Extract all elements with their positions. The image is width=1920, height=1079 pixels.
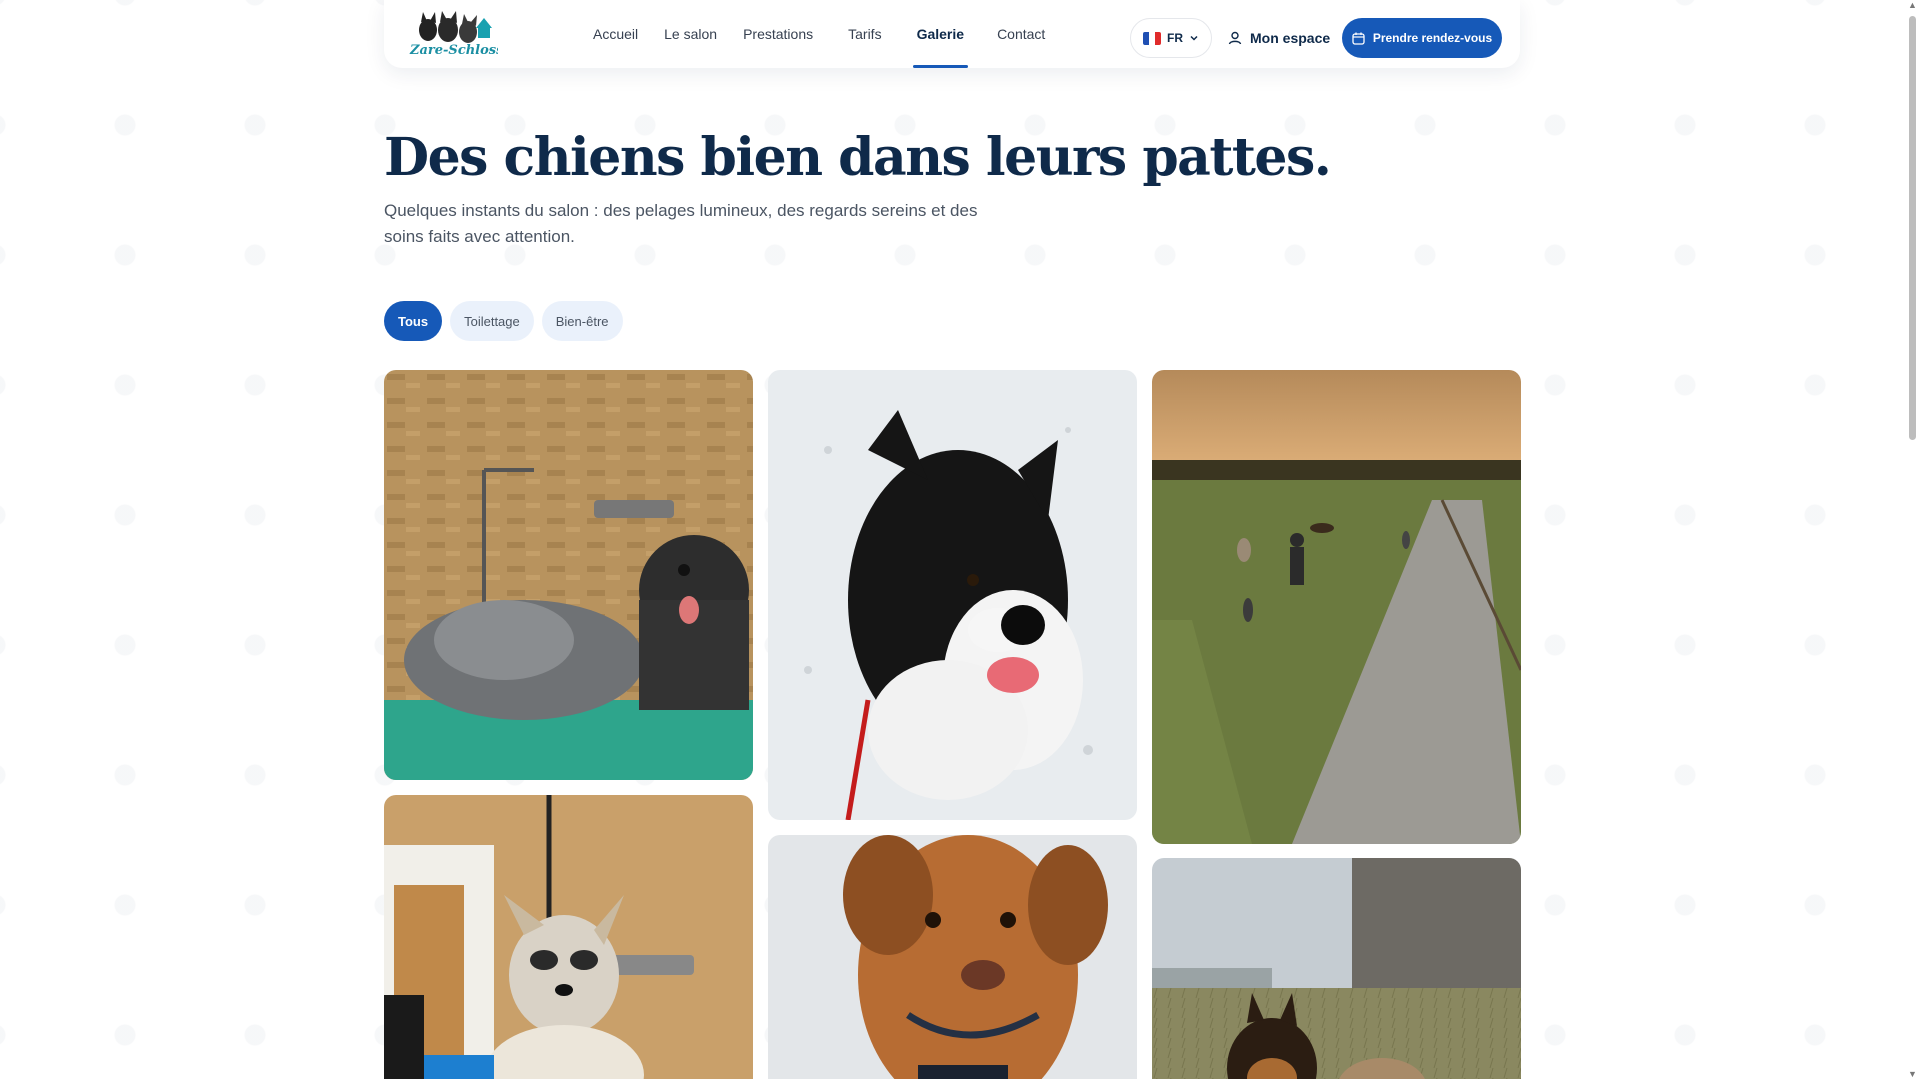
account-link[interactable]: Mon espace: [1228, 18, 1330, 58]
gallery-photo[interactable]: [768, 835, 1137, 1079]
user-icon: [1228, 31, 1242, 45]
nav-item-accueil[interactable]: Accueil: [580, 0, 651, 68]
nav-item-tarifs[interactable]: Tarifs: [826, 0, 903, 68]
book-appointment-button[interactable]: Prendre rendez-vous: [1342, 18, 1502, 58]
gallery-photo[interactable]: [768, 370, 1137, 820]
nav-item-galerie[interactable]: Galerie: [904, 0, 977, 68]
chevron-down-icon: [1190, 35, 1198, 41]
site-header: Zare-Schloss Accueil Le salon Prestation…: [384, 0, 1520, 68]
filter-bien-etre[interactable]: Bien-être: [541, 301, 623, 341]
page-scrollbar[interactable]: ▲ ▼: [1905, 0, 1920, 1079]
site-logo[interactable]: Zare-Schloss: [406, 10, 504, 60]
filter-tous[interactable]: Tous: [384, 301, 443, 341]
filter-toilettage[interactable]: Toilettage: [450, 301, 534, 341]
account-label: Mon espace: [1250, 30, 1331, 46]
main-nav: Accueil Le salon Prestations Tarifs Gale…: [580, 0, 1058, 68]
language-code: FR: [1167, 31, 1183, 45]
page-subtitle: Quelques instants du salon : des pelages…: [384, 201, 978, 246]
gallery-photo[interactable]: [1152, 858, 1521, 1079]
nav-item-prestations[interactable]: Prestations: [730, 0, 826, 68]
scroll-down-arrow-icon[interactable]: ▼: [1908, 1069, 1917, 1079]
page-title: Des chiens bien dans leurs pattes.: [384, 127, 1332, 188]
france-flag-icon: [1143, 31, 1161, 45]
scroll-thumb[interactable]: [1909, 16, 1916, 440]
logo-text: Zare-Schloss: [409, 43, 498, 58]
book-appointment-label: Prendre rendez-vous: [1372, 31, 1493, 45]
gallery-filters: Tous Toilettage Bien-être: [384, 301, 623, 341]
gallery-photo[interactable]: [384, 370, 753, 780]
scroll-up-arrow-icon[interactable]: ▲: [1908, 0, 1917, 10]
nav-item-contact[interactable]: Contact: [977, 0, 1058, 68]
language-selector[interactable]: FR: [1130, 18, 1212, 58]
nav-item-le-salon[interactable]: Le salon: [651, 0, 730, 68]
calendar-icon: [1352, 32, 1365, 45]
gallery-page: Zare-Schloss Accueil Le salon Prestation…: [0, 0, 1920, 1079]
gallery-photo[interactable]: [384, 795, 753, 1079]
gallery-photo[interactable]: [1152, 370, 1521, 844]
